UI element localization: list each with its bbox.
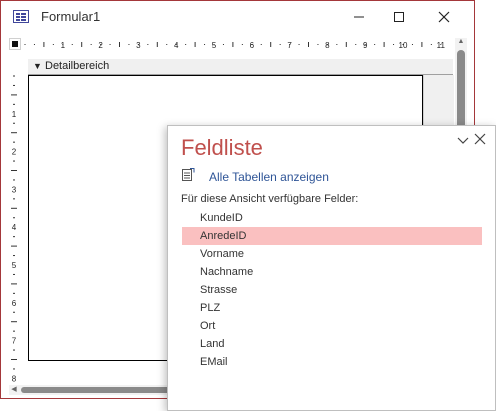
ruler-number: 7 <box>287 41 292 50</box>
show-all-tables-link[interactable]: Alle Tabellen anzeigen <box>209 170 329 184</box>
chevron-down-icon <box>457 137 469 144</box>
window-title: Formular1 <box>41 9 101 24</box>
minimize-icon <box>354 16 364 18</box>
ruler-number: 1 <box>61 41 66 50</box>
ruler-number: 2 <box>98 41 103 50</box>
field-item-email[interactable]: EMail <box>182 353 482 371</box>
title-bar[interactable]: Formular1 <box>1 1 474 33</box>
available-fields-heading: Für diese Ansicht verfügbare Felder: <box>181 193 359 205</box>
ruler-number: 8 <box>12 374 17 383</box>
ruler-number: 3 <box>136 41 141 50</box>
ruler-number: 10 <box>399 41 408 50</box>
ruler-number: 9 <box>363 41 368 50</box>
pane-title: Feldliste <box>181 135 263 160</box>
ruler-number: 4 <box>174 41 179 50</box>
field-item-strasse[interactable]: Strasse <box>182 281 482 299</box>
section-label: Detailbereich <box>45 60 110 72</box>
form-selector[interactable] <box>9 38 21 50</box>
ruler-number: 11 <box>437 41 446 50</box>
ruler-number: 7 <box>12 337 17 346</box>
ruler-number: 8 <box>325 41 330 50</box>
field-item-nachname[interactable]: Nachname <box>182 263 482 281</box>
field-list-pane: Feldliste Alle Tabellen anzeigen Für die… <box>167 125 496 411</box>
ruler-number: 6 <box>250 41 255 50</box>
form-icon <box>13 10 29 23</box>
field-item-kundeid[interactable]: KundeID <box>182 209 482 227</box>
ruler-number: 3 <box>12 185 17 194</box>
horizontal-ruler-ticks: 1 2 3 4 5 6 7 8 9 10 11 <box>24 41 446 50</box>
close-icon <box>474 133 486 145</box>
horizontal-scroll-thumb[interactable] <box>21 387 191 393</box>
field-item-anredeid[interactable]: AnredeID <box>182 227 482 245</box>
detail-section-header[interactable]: ▼ Detailbereich <box>28 59 453 75</box>
close-button[interactable] <box>421 1 467 33</box>
field-item-vorname[interactable]: Vorname <box>182 245 482 263</box>
ruler-number: 5 <box>212 41 217 50</box>
field-item-plz[interactable]: PLZ <box>182 299 482 317</box>
close-icon <box>438 11 450 23</box>
pane-close-button[interactable] <box>473 132 487 146</box>
ruler-number: 2 <box>12 148 17 157</box>
maximize-button[interactable] <box>376 1 422 33</box>
vertical-ruler-ticks: 1 2 3 4 5 6 7 8 <box>11 75 17 383</box>
scroll-up-icon[interactable]: ▲ <box>455 38 467 48</box>
ruler-number: 4 <box>12 223 17 232</box>
maximize-icon <box>394 12 404 22</box>
pane-options-button[interactable] <box>456 133 470 147</box>
vertical-ruler[interactable]: 1 2 3 4 5 6 7 8 <box>7 58 21 383</box>
ruler-number: 6 <box>12 299 17 308</box>
field-item-ort[interactable]: Ort <box>182 317 482 335</box>
horizontal-ruler[interactable]: 1 2 3 4 5 6 7 8 9 10 11 <box>23 38 453 51</box>
field-item-land[interactable]: Land <box>182 335 482 353</box>
tables-icon[interactable] <box>181 168 195 182</box>
scroll-left-icon[interactable]: ◀ <box>9 385 19 395</box>
ruler-number: 5 <box>12 261 17 270</box>
field-list: KundeID AnredeID Vorname Nachname Strass… <box>182 209 482 371</box>
section-arrow-icon: ▼ <box>33 61 42 71</box>
ruler-number: 1 <box>12 110 17 119</box>
